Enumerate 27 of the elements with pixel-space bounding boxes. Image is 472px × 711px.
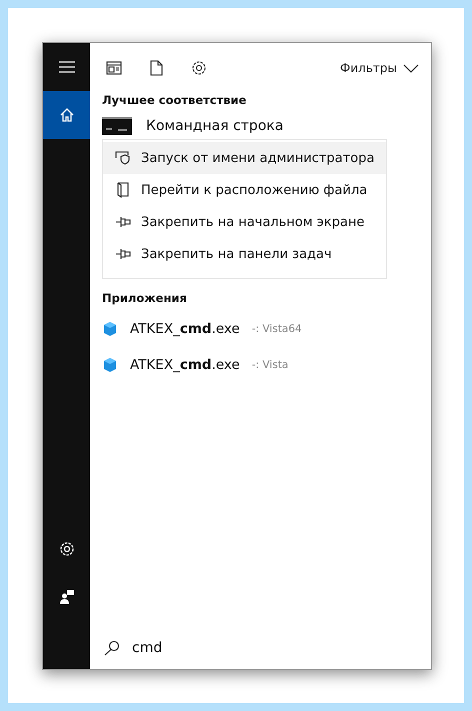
result-title[interactable]: Командная строка	[146, 118, 284, 134]
cube-icon	[102, 321, 118, 337]
app-detail: -: Vista	[252, 359, 288, 371]
pin-icon	[115, 248, 131, 260]
app-name[interactable]: ATKEX_cmd.exe	[130, 321, 240, 337]
pin-icon	[115, 216, 131, 228]
cube-icon	[102, 357, 118, 373]
shield-icon	[115, 151, 131, 165]
folder-icon	[115, 182, 131, 198]
search-field[interactable]: cmd	[132, 640, 162, 656]
settings-icon	[58, 541, 74, 557]
section-heading: Лучшее соответствие	[102, 93, 248, 107]
person-chat-icon	[58, 589, 74, 605]
filters-button[interactable]: Фильтры	[340, 61, 419, 75]
app-name[interactable]: ATKEX_cmd.exe	[130, 357, 240, 373]
menu-item[interactable]: Запуск от имени администратора	[103, 142, 386, 174]
settings-icon[interactable]	[191, 60, 207, 76]
sidebar-item[interactable]	[43, 91, 90, 139]
chevron-down-icon	[403, 64, 419, 72]
window-icon[interactable]	[106, 61, 122, 75]
menu-icon[interactable]	[58, 61, 74, 73]
document-icon[interactable]	[150, 60, 163, 76]
home-icon	[58, 107, 74, 123]
app-detail: -: Vista64	[252, 323, 302, 335]
terminal-icon	[102, 117, 132, 135]
section-heading: Приложения	[102, 291, 188, 305]
search-icon	[104, 640, 120, 656]
